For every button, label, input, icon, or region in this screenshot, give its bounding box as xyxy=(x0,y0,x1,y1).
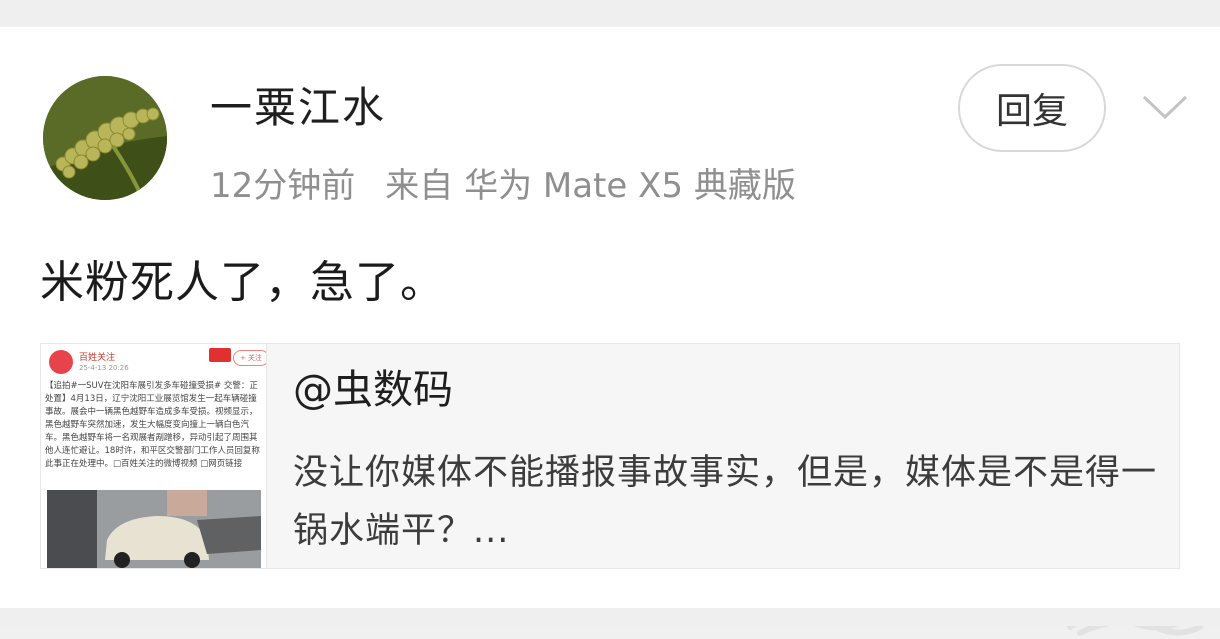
top-divider xyxy=(0,0,1220,27)
avatar-image xyxy=(43,76,167,200)
quoted-text: 没让你媒体不能播报事故事实，但是，媒体是不是得一锅水端平？... xyxy=(293,453,1158,551)
post-source: 来自 华为 Mate X5 典藏版 xyxy=(385,166,796,206)
chevron-down-icon[interactable] xyxy=(1140,87,1190,127)
post-meta: 12分钟前 来自 华为 Mate X5 典藏版 xyxy=(210,169,796,203)
thumbnail-photo xyxy=(47,490,261,568)
thumbnail-follow: + 关注 xyxy=(233,350,266,366)
thumbnail-logo-icon xyxy=(49,350,73,374)
flag-icon xyxy=(209,348,231,362)
bottom-divider xyxy=(0,608,1220,626)
reply-button[interactable]: 回复 xyxy=(958,64,1106,152)
username[interactable]: 一粟江水 xyxy=(210,87,386,129)
comment-card: 一粟江水 12分钟前 来自 华为 Mate X5 典藏版 回复 米粉死人了，急了。… xyxy=(0,27,1220,636)
quoted-thumbnail[interactable]: 百姓关注 25-4-13 20:26 + 关注 【追拍#一SUV在沈阳车展引发多… xyxy=(41,344,267,568)
thumbnail-text: 【追拍#一SUV在沈阳车展引发多车碰撞受损# 交警：正处置】4月13日，辽宁沈阳… xyxy=(45,381,260,469)
post-time: 12分钟前 xyxy=(210,166,356,206)
quoted-post[interactable]: 百姓关注 25-4-13 20:26 + 关注 【追拍#一SUV在沈阳车展引发多… xyxy=(40,343,1180,569)
post-text: 米粉死人了，急了。 xyxy=(40,257,445,308)
quoted-author[interactable]: @虫数码 xyxy=(293,370,453,410)
thumbnail-header: 百姓关注 25-4-13 20:26 + 关注 xyxy=(49,348,266,380)
avatar[interactable] xyxy=(43,76,167,200)
thumbnail-account: 百姓关注 xyxy=(79,353,116,363)
thumbnail-date: 25-4-13 20:26 xyxy=(79,364,129,372)
